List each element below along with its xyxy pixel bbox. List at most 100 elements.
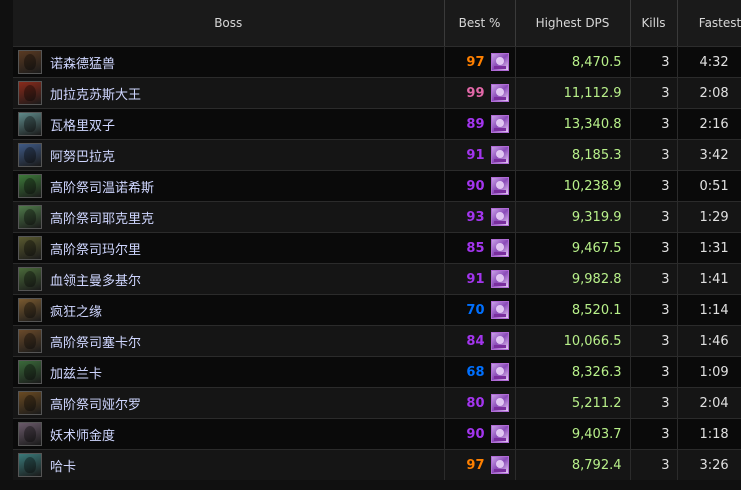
table-body: 诺森德猛兽 97 8,470.5 3 4:32 加拉克苏斯大王 99 11,11… <box>13 46 741 480</box>
table-row[interactable]: 高阶祭司耶克里克 93 9,319.9 3 1:29 <box>13 201 741 233</box>
column-header-boss[interactable]: Boss <box>13 0 445 47</box>
spec-icon[interactable] <box>490 177 509 195</box>
boss-cell: 妖术师金度 <box>13 418 445 450</box>
best-percent-cell: 91 <box>444 139 516 171</box>
spec-icon[interactable] <box>490 301 509 319</box>
boss-cell: 哈卡 <box>13 449 445 480</box>
boss-cell: 高阶祭司塞卡尔 <box>13 325 445 357</box>
boss-name-link[interactable]: 血领主曼多基尔 <box>50 270 141 289</box>
column-header-fastest[interactable]: Fastest <box>677 0 741 47</box>
boss-cell: 疯狂之缘 <box>13 294 445 326</box>
table-row[interactable]: 加兹兰卡 68 8,326.3 3 1:09 <box>13 356 741 388</box>
table-row[interactable]: 高阶祭司玛尔里 85 9,467.5 3 1:31 <box>13 232 741 264</box>
spec-icon[interactable] <box>490 270 509 288</box>
best-percent-cell: 85 <box>444 232 516 264</box>
boss-name-link[interactable]: 加兹兰卡 <box>50 363 102 382</box>
best-percent-cell: 68 <box>444 356 516 388</box>
boss-portrait-icon[interactable] <box>18 267 42 291</box>
fastest-time-value: 4:32 <box>677 46 741 78</box>
best-percent-value: 84 <box>466 333 485 349</box>
table-row[interactable]: 高阶祭司娅尔罗 80 5,211.2 3 2:04 <box>13 387 741 419</box>
boss-name-link[interactable]: 高阶祭司塞卡尔 <box>50 332 141 351</box>
boss-name-link[interactable]: 瓦格里双子 <box>50 115 115 134</box>
spec-icon[interactable] <box>490 363 509 381</box>
best-percent-value: 91 <box>466 271 485 287</box>
table-row[interactable]: 高阶祭司塞卡尔 84 10,066.5 3 1:46 <box>13 325 741 357</box>
table-row[interactable]: 瓦格里双子 89 13,340.8 3 2:16 <box>13 108 741 140</box>
boss-cell: 阿努巴拉克 <box>13 139 445 171</box>
table-row[interactable]: 阿努巴拉克 91 8,185.3 3 3:42 <box>13 139 741 171</box>
boss-name-link[interactable]: 阿努巴拉克 <box>50 146 115 165</box>
highest-dps-value: 8,792.4 <box>515 449 631 480</box>
best-percent-cell: 97 <box>444 46 516 78</box>
best-percent-value: 90 <box>466 178 485 194</box>
spec-icon[interactable] <box>490 425 509 443</box>
best-percent-value: 85 <box>466 240 485 256</box>
boss-portrait-icon[interactable] <box>18 174 42 198</box>
best-percent-cell: 99 <box>444 77 516 109</box>
kills-value: 3 <box>630 77 678 109</box>
table-row[interactable]: 疯狂之缘 70 8,520.1 3 1:14 <box>13 294 741 326</box>
spec-icon[interactable] <box>490 394 509 412</box>
fastest-time-value: 1:46 <box>677 325 741 357</box>
boss-portrait-icon[interactable] <box>18 205 42 229</box>
spec-icon[interactable] <box>490 239 509 257</box>
boss-name-link[interactable]: 高阶祭司玛尔里 <box>50 239 141 258</box>
boss-portrait-icon[interactable] <box>18 391 42 415</box>
spec-icon[interactable] <box>490 208 509 226</box>
boss-portrait-icon[interactable] <box>18 112 42 136</box>
table-row[interactable]: 血领主曼多基尔 91 9,982.8 3 1:41 <box>13 263 741 295</box>
boss-portrait-icon[interactable] <box>18 50 42 74</box>
table-row[interactable]: 诺森德猛兽 97 8,470.5 3 4:32 <box>13 46 741 78</box>
boss-name-link[interactable]: 妖术师金度 <box>50 425 115 444</box>
table-row[interactable]: 加拉克苏斯大王 99 11,112.9 3 2:08 <box>13 77 741 109</box>
spec-icon[interactable] <box>490 84 509 102</box>
boss-name-link[interactable]: 高阶祭司温诺希斯 <box>50 177 154 196</box>
highest-dps-value: 8,326.3 <box>515 356 631 388</box>
boss-portrait-icon[interactable] <box>18 236 42 260</box>
column-header-best[interactable]: Best % <box>444 0 516 47</box>
boss-portrait-icon[interactable] <box>18 143 42 167</box>
boss-name-link[interactable]: 高阶祭司耶克里克 <box>50 208 154 227</box>
best-percent-cell: 91 <box>444 263 516 295</box>
fastest-time-value: 1:31 <box>677 232 741 264</box>
kills-value: 3 <box>630 387 678 419</box>
spec-icon[interactable] <box>490 456 509 474</box>
boss-portrait-icon[interactable] <box>18 329 42 353</box>
boss-name-link[interactable]: 疯狂之缘 <box>50 301 102 320</box>
spec-icon[interactable] <box>490 53 509 71</box>
fastest-time-value: 1:41 <box>677 263 741 295</box>
boss-portrait-icon[interactable] <box>18 81 42 105</box>
column-header-dps[interactable]: Highest DPS <box>515 0 631 47</box>
boss-ranking-table: Boss Best % Highest DPS Kills Fastest 诺森… <box>13 0 741 480</box>
boss-portrait-icon[interactable] <box>18 422 42 446</box>
column-header-kills[interactable]: Kills <box>630 0 678 47</box>
kills-value: 3 <box>630 418 678 450</box>
fastest-time-value: 2:16 <box>677 108 741 140</box>
boss-name-link[interactable]: 诺森德猛兽 <box>50 53 115 72</box>
spec-icon[interactable] <box>490 332 509 350</box>
spec-icon[interactable] <box>490 115 509 133</box>
table-row[interactable]: 哈卡 97 8,792.4 3 3:26 <box>13 449 741 480</box>
boss-name-link[interactable]: 高阶祭司娅尔罗 <box>50 394 141 413</box>
spec-icon[interactable] <box>490 146 509 164</box>
best-percent-value: 97 <box>466 457 485 473</box>
highest-dps-value: 8,520.1 <box>515 294 631 326</box>
best-percent-value: 89 <box>466 116 485 132</box>
table-row[interactable]: 高阶祭司温诺希斯 90 10,238.9 3 0:51 <box>13 170 741 202</box>
best-percent-value: 99 <box>466 85 485 101</box>
fastest-time-value: 2:04 <box>677 387 741 419</box>
boss-name-link[interactable]: 哈卡 <box>50 456 76 475</box>
best-percent-cell: 70 <box>444 294 516 326</box>
best-percent-value: 91 <box>466 147 485 163</box>
table-row[interactable]: 妖术师金度 90 9,403.7 3 1:18 <box>13 418 741 450</box>
best-percent-value: 80 <box>466 395 485 411</box>
boss-portrait-icon[interactable] <box>18 298 42 322</box>
kills-value: 3 <box>630 449 678 480</box>
highest-dps-value: 9,403.7 <box>515 418 631 450</box>
kills-value: 3 <box>630 201 678 233</box>
boss-portrait-icon[interactable] <box>18 360 42 384</box>
fastest-time-value: 3:42 <box>677 139 741 171</box>
boss-name-link[interactable]: 加拉克苏斯大王 <box>50 84 141 103</box>
boss-portrait-icon[interactable] <box>18 453 42 477</box>
